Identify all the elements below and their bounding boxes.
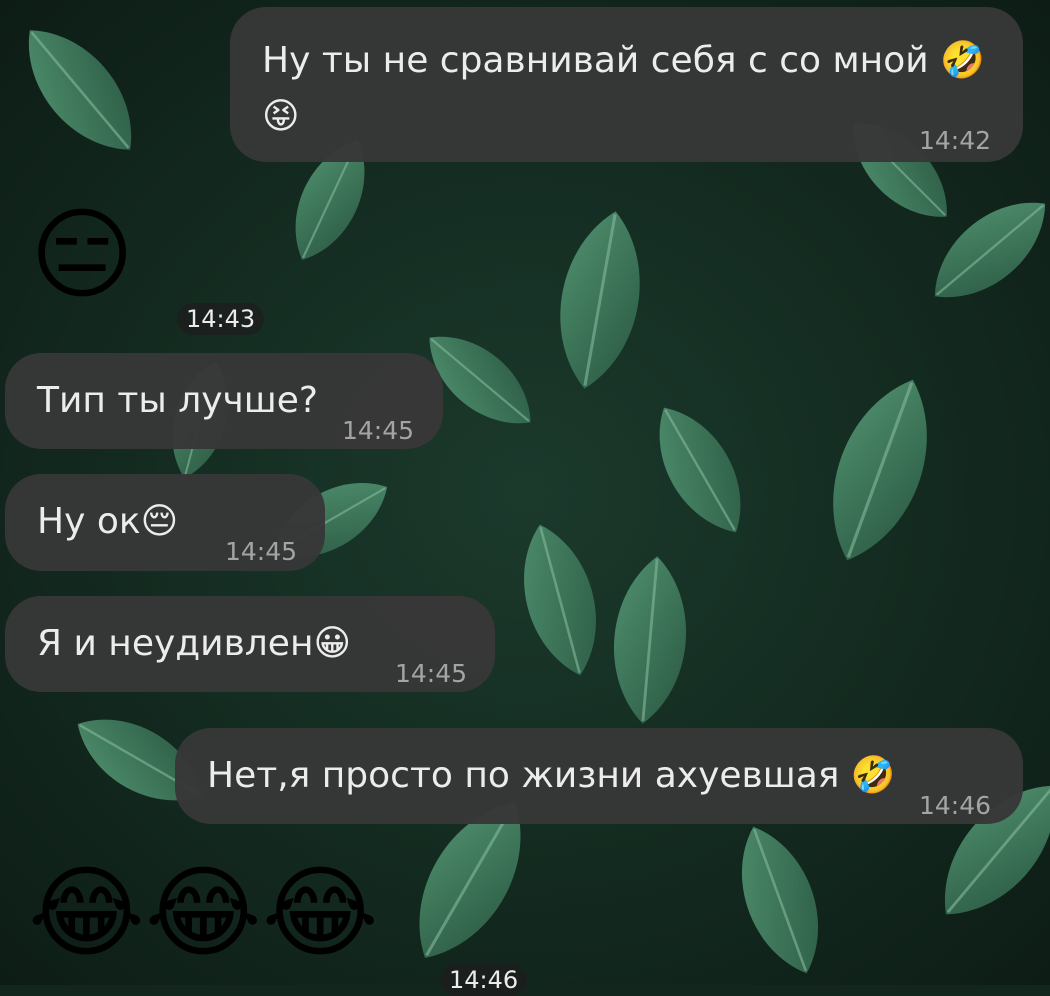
message-outgoing[interactable]: Нет,я просто по жизни ахуевшая 🤣 14:46 (175, 728, 1023, 824)
message-time: 14:42 (918, 126, 991, 155)
message-time: 14:43 (177, 303, 265, 335)
message-outgoing[interactable]: Ну ты не сравнивай себя с со мной 🤣 😝 14… (230, 7, 1023, 162)
message-emoji[interactable]: 😑 (30, 200, 134, 310)
message-emoji[interactable]: 😂😂😂 (28, 858, 379, 968)
message-time: 14:45 (342, 416, 415, 445)
message-time: 14:45 (395, 659, 468, 688)
message-time: 14:46 (918, 791, 991, 820)
message-incoming[interactable]: Я и неудивлен😀 14:45 (5, 596, 495, 692)
message-incoming[interactable]: Ну ок😔 14:45 (5, 474, 325, 571)
message-text: Ну ок😔 (37, 501, 179, 542)
message-text: Я и неудивлен😀 (37, 623, 352, 664)
message-text: Ну ты не сравнивай себя с со мной 🤣 (262, 40, 985, 81)
message-text-emoji: 😝 (262, 96, 300, 137)
message-incoming[interactable]: Тип ты лучше? 14:45 (5, 353, 443, 449)
message-time: 14:45 (225, 537, 298, 566)
message-text: Нет,я просто по жизни ахуевшая 🤣 (207, 755, 896, 796)
message-text: Тип ты лучше? (37, 380, 318, 421)
message-time: 14:46 (440, 964, 528, 996)
